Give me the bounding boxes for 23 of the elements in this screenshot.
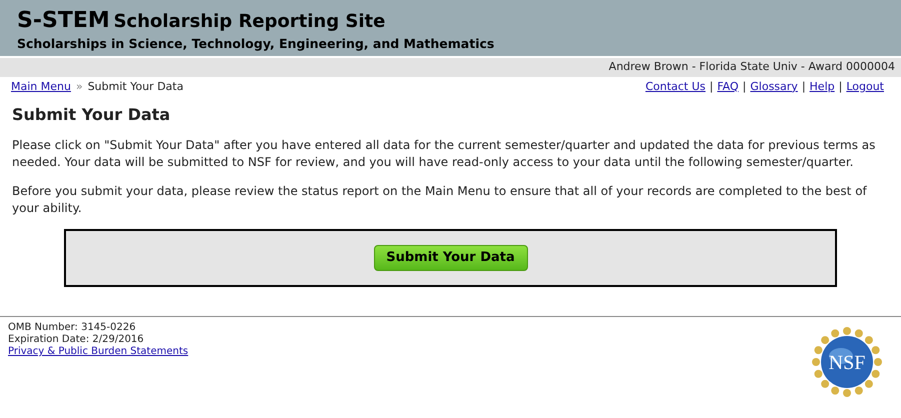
site-subtitle: Scholarships in Science, Technology, Engineering, and Mathematics	[17, 36, 496, 52]
paragraph: Before you submit your data, please review the status report on the Main Menu to ensure that all of your records are completed to the best of your ability.	[12, 183, 868, 217]
link-separator: |	[742, 78, 746, 95]
footer-text: OMB Number: 3145-0226	[8, 322, 137, 334]
nsf-logo: NSF	[811, 326, 883, 398]
breadcrumb-separator: »	[76, 78, 83, 95]
page-heading: Submit Your Data	[12, 104, 172, 126]
top-link[interactable]: Help	[810, 78, 835, 96]
link-separator: |	[838, 78, 842, 95]
breadcrumb-current: Submit Your Data	[88, 78, 184, 95]
footer-text: Expiration Date: 2/29/2016	[8, 334, 145, 346]
top-link[interactable]: Glossary	[750, 78, 798, 96]
submit-button[interactable]: Submit Your Data	[374, 245, 528, 271]
breadcrumb-link[interactable]: Main Menu	[11, 78, 71, 96]
privacy-link[interactable]: Privacy & Public Burden Statements	[8, 346, 188, 358]
top-link[interactable]: Logout	[846, 78, 884, 96]
top-link[interactable]: FAQ	[717, 78, 739, 96]
site-title: S-STEM Scholarship Reporting Site	[17, 9, 386, 35]
link-separator: |	[802, 78, 806, 95]
paragraph: Please click on "Submit Your Data" after you have entered all data for the current semester/quarter and updated the data for previous terms as needed. Your data will be submitted to NSF for review, and you will have read-only access to your data until the following semester/quarter.	[12, 137, 876, 171]
link-separator: |	[710, 78, 714, 95]
top-link[interactable]: Contact Us	[645, 78, 706, 96]
user-info: Andrew Brown - Florida State Univ - Award 0000004	[608, 59, 895, 76]
